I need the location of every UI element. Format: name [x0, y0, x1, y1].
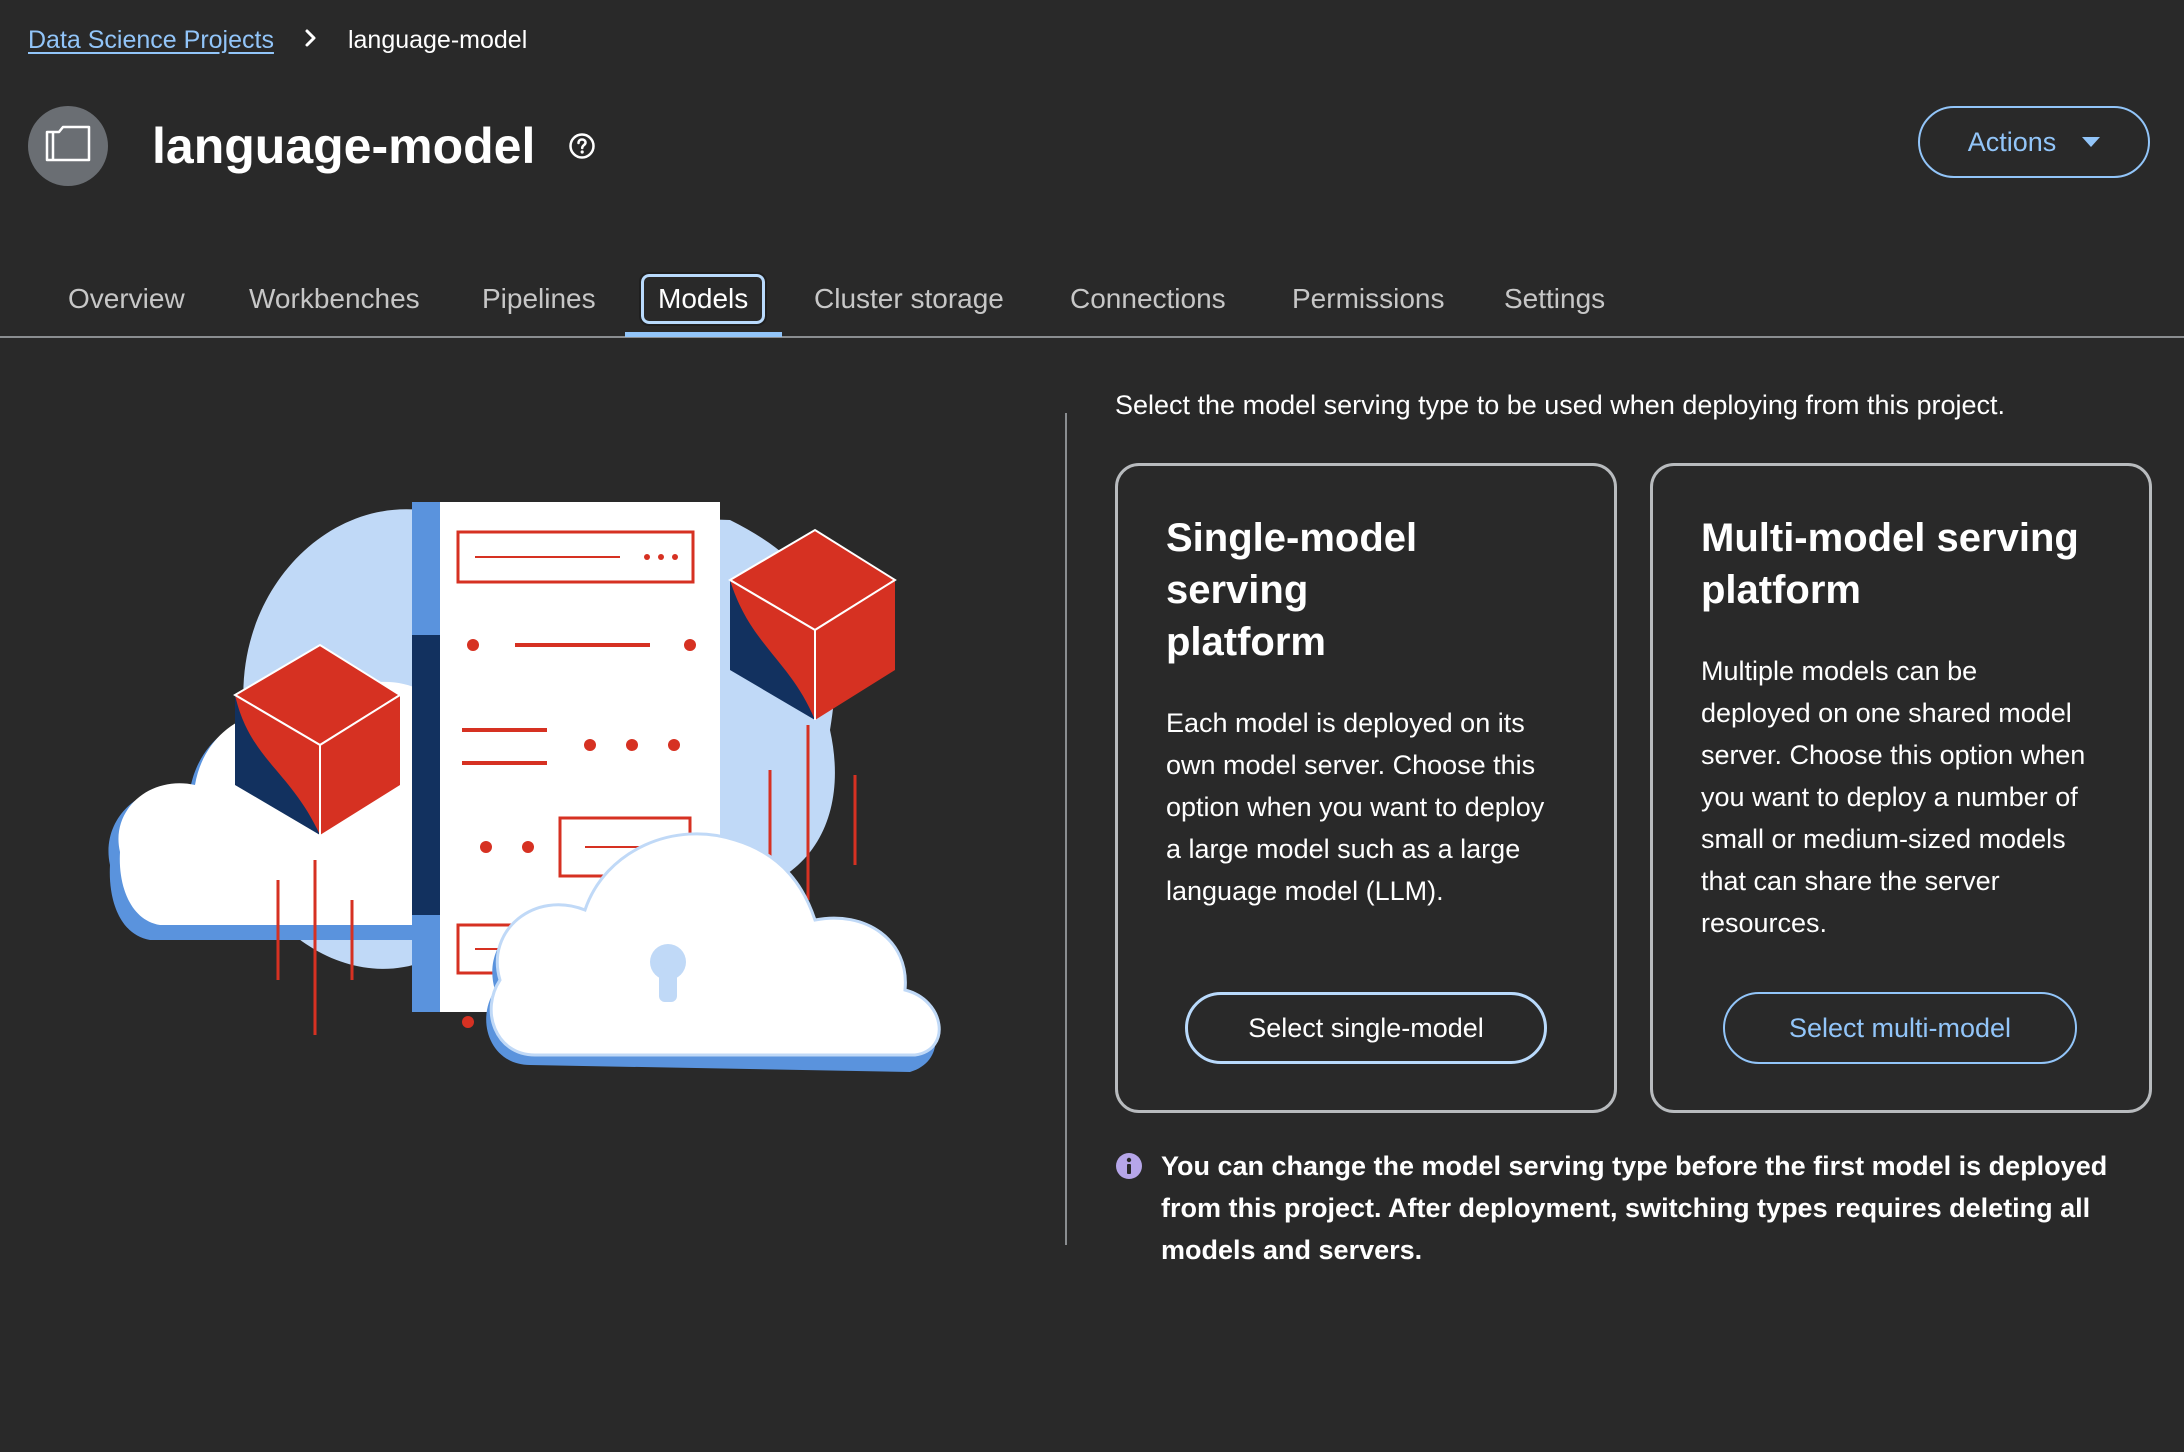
select-single-model-button[interactable]: Select single-model: [1185, 992, 1547, 1064]
card-title-line: Multi-model serving: [1701, 516, 2079, 560]
question-circle-icon[interactable]: [567, 131, 597, 161]
actions-label: Actions: [1967, 126, 2057, 157]
active-tab-indicator: [625, 332, 782, 337]
chevron-right-icon: [296, 26, 326, 55]
project-tabs: Overview Workbenches Pipelines Models Cl…: [0, 262, 2184, 338]
tab-label: Workbenches: [249, 283, 420, 314]
tab-label: Models: [638, 272, 768, 326]
card-description-line: deployed on one shared model: [1701, 698, 2072, 728]
info-circle-icon: [1115, 1152, 1143, 1180]
tab-settings[interactable]: Settings: [1504, 262, 1605, 336]
tab-label: Permissions: [1292, 283, 1445, 314]
folder-icon: [43, 124, 93, 169]
card-title-line: platform: [1701, 568, 1861, 612]
tab-workbenches[interactable]: Workbenches: [249, 262, 420, 336]
info-alert-line: from this project. After deployment, swi…: [1161, 1193, 2091, 1223]
caret-down-icon: [2082, 137, 2101, 147]
card-title: Multi-model serving platform: [1701, 512, 2103, 616]
card-description-line: option when you want to deploy: [1166, 792, 1545, 822]
tab-permissions[interactable]: Permissions: [1292, 262, 1444, 336]
card-description-line: server. Choose this option when: [1701, 740, 2086, 770]
page-title: language-model: [152, 118, 536, 174]
tab-label: Overview: [68, 283, 185, 314]
vertical-divider: [1065, 413, 1067, 1245]
card-description-line: Multiple models can be: [1701, 656, 1978, 686]
tab-overview[interactable]: Overview: [68, 262, 185, 336]
card-description: Each model is deployed on its own model …: [1166, 702, 1568, 912]
info-alert-line: models and servers.: [1161, 1235, 1423, 1265]
serving-type-info-alert: You can change the model serving type be…: [1115, 1145, 2115, 1271]
info-alert-line: You can change the model serving type be…: [1161, 1151, 2108, 1181]
card-description-line: own model server. Choose this: [1166, 750, 1536, 780]
tab-label: Cluster storage: [814, 283, 1004, 314]
breadcrumb-current: language-model: [347, 25, 528, 54]
single-model-platform-card: Single-model serving platform Each model…: [1115, 463, 1617, 1113]
tab-label: Pipelines: [482, 283, 596, 314]
tab-label: Settings: [1504, 283, 1606, 314]
breadcrumb: Data Science Projects language-model: [28, 22, 527, 58]
card-title-line: Single-model serving: [1166, 516, 1418, 612]
project-avatar: [28, 106, 108, 186]
actions-button[interactable]: Actions: [1918, 106, 2150, 178]
breadcrumb-link-data-science-projects[interactable]: Data Science Projects: [28, 26, 274, 55]
tab-label: Connections: [1070, 283, 1226, 314]
page-header: language-model: [28, 106, 597, 186]
card-description-line: that can share the server: [1701, 866, 2000, 896]
tab-cluster-storage[interactable]: Cluster storage: [814, 262, 1004, 336]
card-description-line: Each model is deployed on its: [1166, 708, 1525, 738]
card-description-line: small or medium-sized models: [1701, 824, 2066, 854]
multi-model-platform-card: Multi-model serving platform Multiple mo…: [1650, 463, 2152, 1113]
tab-pipelines[interactable]: Pipelines: [482, 262, 596, 336]
card-description-line: you want to deploy a number of: [1701, 782, 2078, 812]
tab-models[interactable]: Models: [638, 262, 768, 336]
card-description-line: resources.: [1701, 908, 1828, 938]
info-alert-text: You can change the model serving type be…: [1161, 1145, 2107, 1271]
tab-connections[interactable]: Connections: [1070, 262, 1226, 336]
card-description-line: language model (LLM).: [1166, 876, 1444, 906]
card-title-line: platform: [1166, 620, 1326, 664]
card-title: Single-model serving platform: [1166, 512, 1568, 668]
serving-type-intro: Select the model serving type to be used…: [1115, 390, 2005, 420]
model-serving-illustration: [90, 480, 1010, 1100]
card-description: Multiple models can be deployed on one s…: [1701, 650, 2103, 944]
card-description-line: a large model such as a large: [1166, 834, 1521, 864]
select-multi-model-button[interactable]: Select multi-model: [1723, 992, 2077, 1064]
